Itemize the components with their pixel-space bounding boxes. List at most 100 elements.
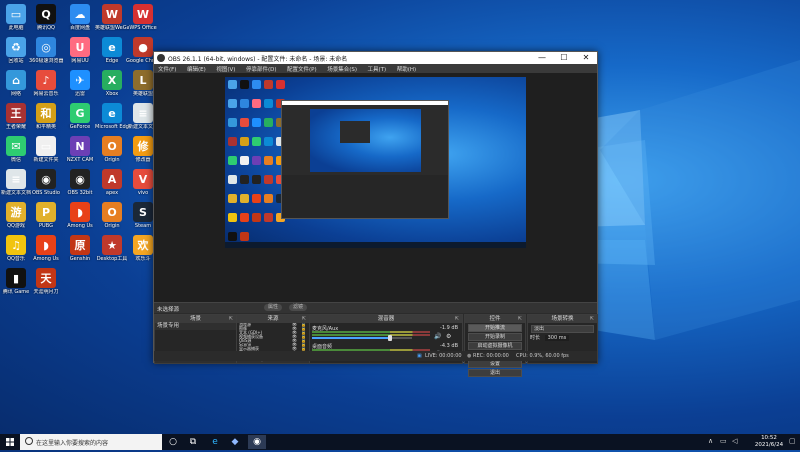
taskbar: 在这里输入你要搜索的内容 ○ ⧉ e ◆ ◉ ∧ ▭ ◁ 10:52 2021/…: [0, 434, 800, 450]
desktop-icon-genshin[interactable]: 原 Genshin: [63, 235, 97, 269]
peace-elite-icon: 和: [36, 103, 56, 123]
tray-overflow-icon[interactable]: ∧: [708, 437, 713, 445]
among-us-icon: ◗: [70, 202, 90, 222]
desktop-icon-label: 英雄联盟WeGame版: [95, 25, 129, 31]
duration-row: 时长 300 ms: [528, 335, 597, 342]
scenes-title: 场景: [189, 316, 201, 322]
exit-button[interactable]: 退出: [468, 369, 522, 377]
nzxt-icon: N: [70, 136, 90, 156]
preview-desktop-icon: [252, 194, 261, 203]
preview-desktop-icon: [228, 99, 237, 108]
edge-taskbar-icon[interactable]: e: [206, 435, 224, 449]
desktop-icon-baidu-netdisk[interactable]: ☁ 百度网盘: [63, 4, 97, 38]
desktop-icon-qq[interactable]: Q 腾讯QQ: [29, 4, 63, 38]
volume-tray-icon[interactable]: ◁: [732, 437, 737, 445]
baidu-netdisk-icon: ☁: [70, 4, 90, 24]
desktop-icon-uu[interactable]: U 网易UU: [63, 37, 97, 71]
obs-icon-2: ◉: [70, 169, 90, 189]
genshin-icon: 原: [70, 235, 90, 255]
wechat-icon: ✉: [6, 136, 26, 156]
transitions-dock-menu-icon[interactable]: ⇱: [590, 315, 594, 323]
obs-window[interactable]: OBS 26.1.1 (64-bit, windows) - 配置文件: 未命名…: [153, 51, 598, 377]
desktop-icon-obs[interactable]: ◉ OBS 32bit: [63, 169, 97, 203]
desktop-icon-tool[interactable]: ★ Desktop工具: [95, 235, 129, 269]
xbox-icon: X: [102, 70, 122, 90]
preview-desktop-icon: [240, 194, 249, 203]
folder-icon: ▭: [36, 136, 56, 156]
scenes-dock-menu-icon[interactable]: ⇱: [229, 315, 233, 323]
volume-slider-fill: [312, 337, 390, 339]
sources-dock-menu-icon[interactable]: ⇱: [302, 315, 306, 323]
obs-taskbar-icon[interactable]: ◉: [248, 435, 266, 449]
volume-slider[interactable]: [312, 335, 412, 341]
desktop-icon-browser-360[interactable]: ◎ 360极速浏览器: [29, 37, 63, 71]
desktop-icon-game[interactable]: 天天涯明月刀: [29, 268, 63, 302]
desktop-icon-xbox[interactable]: X Xbox: [95, 70, 129, 104]
live-icon: ▣: [417, 353, 422, 359]
network-tray-icon[interactable]: ▭: [720, 437, 727, 445]
close-button[interactable]: ✕: [575, 52, 597, 64]
text-file-icon: ≡: [133, 103, 153, 123]
preview-desktop-icon: [240, 99, 249, 108]
controls-title: 控件: [489, 316, 501, 322]
desktop-icon-pubg[interactable]: P PUBG: [29, 202, 63, 236]
desktop-icon-wps[interactable]: W WPS Office: [126, 4, 160, 38]
scene-item[interactable]: 场景专用: [155, 323, 236, 330]
desktop-icon-nzxt[interactable]: N NZXT CAM: [63, 136, 97, 170]
preview-desktop-icon: [264, 137, 273, 146]
transition-select[interactable]: 淡出: [531, 325, 594, 333]
task-view-icon[interactable]: ⧉: [184, 435, 202, 449]
clock-time: 10:52: [761, 435, 777, 441]
desktop-icon-peace-elite[interactable]: 和和平精英: [29, 103, 63, 137]
obs-preview-area[interactable]: [154, 73, 597, 302]
start-button[interactable]: [0, 434, 20, 450]
start-streaming-button[interactable]: 开始推流: [468, 324, 522, 332]
duration-input[interactable]: 300 ms: [544, 335, 570, 341]
game-icon: V: [133, 169, 153, 189]
no-source-label: 未选择源: [157, 307, 180, 313]
desktop-icon-apex[interactable]: Aapex: [95, 169, 129, 203]
search-placeholder: 在这里输入你要搜索的内容: [36, 440, 109, 447]
desktop-icon-wegame[interactable]: W英雄联盟WeGame版: [95, 4, 129, 38]
desktop-icon-label: NZXT CAM: [66, 157, 94, 163]
settings-button[interactable]: 设置: [468, 360, 522, 368]
taskbar-search-box[interactable]: 在这里输入你要搜索的内容: [20, 434, 162, 450]
desktop-icon-folder[interactable]: ▭ 新建文件夹: [29, 136, 63, 170]
mixer-title: 混音器: [377, 316, 395, 322]
desktop-icon-origin[interactable]: O Origin: [95, 136, 129, 170]
desktop-icon-obs[interactable]: ◉ OBS Studio: [29, 169, 63, 203]
notification-icon[interactable]: ▢: [789, 437, 796, 445]
taskbar-clock[interactable]: 10:52 2021/6/24: [752, 435, 786, 449]
desktop-icon-among-us[interactable]: ◗ Among Us: [63, 202, 97, 236]
steam-taskbar-icon[interactable]: ◆: [226, 435, 244, 449]
desktop-icon-origin[interactable]: O Origin: [95, 202, 129, 236]
maximize-button[interactable]: ☐: [553, 52, 575, 64]
mixer-dock-menu-icon[interactable]: ⇱: [455, 315, 459, 323]
filters-button[interactable]: 滤镜: [289, 304, 308, 311]
controls-dock-menu-icon[interactable]: ⇱: [518, 315, 522, 323]
obs-titlebar[interactable]: OBS 26.1.1 (64-bit, windows) - 配置文件: 未命名…: [154, 52, 597, 64]
start-virtual-camera-button[interactable]: 启动虚拟摄像机: [468, 342, 522, 350]
desktop-icon-netease-music[interactable]: ♪ 网易云音乐: [29, 70, 63, 104]
desktop-icon-label: 新建文件夹: [33, 157, 59, 163]
track-settings-icon[interactable]: ⚙: [446, 333, 451, 340]
desktop-icon-label: Edge: [105, 58, 119, 64]
preview-desktop-icon: [264, 156, 273, 165]
properties-button[interactable]: 属性: [264, 304, 283, 311]
cortana-icon[interactable]: ○: [164, 435, 182, 449]
desktop-icon-edge[interactable]: e Microsoft Edge: [95, 103, 129, 137]
desktop-icon-label: OBS 32bit: [67, 190, 93, 196]
minimize-button[interactable]: —: [531, 52, 553, 64]
desktop-icon-edge[interactable]: e Edge: [95, 37, 129, 71]
preview-desktop-icon: [264, 194, 273, 203]
preview-taskbar: [225, 242, 526, 248]
source-toolbar: 未选择源 属性 滤镜: [154, 302, 597, 313]
desktop-icon-among-us[interactable]: ◗ Among Us: [29, 235, 63, 269]
volume-slider-knob[interactable]: [388, 335, 392, 341]
desktop-icon-geforce[interactable]: G GeForce: [63, 103, 97, 137]
mute-speaker-icon[interactable]: 🔊: [434, 333, 441, 340]
desktop-icon-thunder[interactable]: ✈ 迅雷: [63, 70, 97, 104]
qq-icon: Q: [36, 4, 56, 24]
preview-canvas[interactable]: [225, 77, 526, 248]
start-recording-button[interactable]: 开始录制: [468, 333, 522, 341]
